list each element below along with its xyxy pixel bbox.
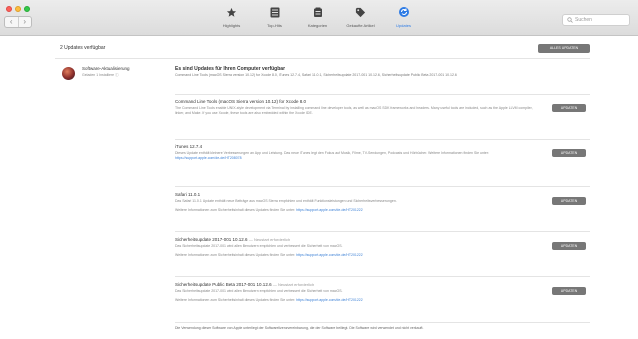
update-button[interactable]: UPDATEN: [552, 104, 586, 112]
update-item: iTunes 12.7.4 Dieses Update enthält klei…: [175, 144, 590, 161]
software-update-subtitle: Geladen 1 Installiere ⓘ: [82, 73, 119, 77]
tab-top-hits[interactable]: Top-Hits: [253, 2, 296, 34]
tab-purchased[interactable]: Gekaufte Artikel: [339, 2, 382, 34]
summary-text: Command Line Tools (macOS Sierra version…: [175, 73, 457, 77]
license-footer: Die Verwendung dieser Software von Apple…: [175, 326, 424, 330]
update-button[interactable]: UPDATEN: [552, 242, 586, 250]
update-more-info: Weitere Informationen zum Sicherheitsinh…: [175, 298, 363, 302]
tab-label: Top-Hits: [267, 23, 282, 28]
forward-button[interactable]: ›: [17, 17, 32, 27]
list-icon: [270, 7, 279, 17]
tab-label: Highlights: [222, 23, 241, 28]
update-link[interactable]: https://support.apple.com/de-de/HT208078: [175, 156, 242, 160]
update-title: iTunes 12.7.4: [175, 144, 203, 149]
update-description: The Command Line Tools enable UNIX-style…: [175, 106, 533, 115]
search-placeholder: Suchen: [575, 17, 592, 23]
update-description: Dieses Update enthält kleinere Verbesser…: [175, 151, 489, 160]
divider: [175, 276, 590, 277]
search-field[interactable]: Suchen: [562, 14, 630, 26]
divider: [175, 231, 590, 232]
update-title: Sicherheitsupdate 2017-001 10.12.6 — Neu…: [175, 237, 291, 242]
update-item: Safari 11.0.1 Das Safari 11.0.1 Update e…: [175, 192, 590, 213]
update-link[interactable]: https://support.apple.com/de-de/HT201222: [296, 208, 363, 212]
star-icon: [226, 7, 237, 17]
tab-categories[interactable]: Kategorien: [296, 2, 339, 34]
software-update-icon: [62, 67, 75, 80]
window-close-button[interactable]: [6, 6, 12, 12]
update-link[interactable]: https://support.apple.com/de-de/HT201222: [296, 253, 363, 257]
search-icon: [567, 17, 573, 23]
divider: [55, 58, 590, 59]
tab-label: Kategorien: [307, 23, 328, 28]
divider: [175, 322, 590, 323]
update-title: Sicherheitsupdate Public Beta 2017-001 1…: [175, 282, 315, 287]
page-title: 2 Updates verfügbar: [60, 45, 106, 51]
update-more-info: Weitere Informationen zum Sicherheitsinh…: [175, 208, 363, 212]
update-description: Das Sicherheitsupdate 2017-001 wird alle…: [175, 289, 343, 293]
update-title: Safari 11.0.1: [175, 192, 201, 197]
navigation-buttons: ‹ ›: [4, 16, 32, 28]
app-toolbar: ‹ › Highlights Top-Hits Kategorien Gekau…: [0, 0, 638, 36]
update-link[interactable]: https://support.apple.com/de-de/HT201222: [296, 298, 363, 302]
divider: [175, 139, 590, 140]
divider: [175, 94, 590, 95]
back-button[interactable]: ‹: [5, 17, 18, 27]
purchased-tag-icon: [355, 7, 366, 17]
update-item: Sicherheitsupdate 2017-001 10.12.6 — Neu…: [175, 237, 590, 258]
restart-note: — Neustart erforderlich: [272, 282, 315, 287]
tab-label: Updates: [396, 23, 411, 28]
updates-icon: [398, 7, 409, 17]
tab-highlights[interactable]: Highlights: [210, 2, 253, 34]
summary-title: Es sind Updates für Ihren Computer verfü…: [175, 66, 286, 72]
updates-content: 2 Updates verfügbar ALLES UPDATEN Softwa…: [55, 36, 590, 339]
update-button[interactable]: UPDATEN: [552, 149, 586, 157]
restart-note: — Neustart erforderlich: [248, 237, 291, 242]
update-button[interactable]: UPDATEN: [552, 197, 586, 205]
update-description: Das Sicherheitsupdate 2017-001 wird alle…: [175, 244, 343, 248]
update-all-button[interactable]: ALLES UPDATEN: [538, 44, 590, 53]
divider: [175, 186, 590, 187]
window-zoom-button[interactable]: [24, 6, 30, 12]
update-item: Sicherheitsupdate Public Beta 2017-001 1…: [175, 282, 590, 303]
update-description: Das Safari 11.0.1 Update enthält neue Be…: [175, 199, 397, 203]
update-item: Command Line Tools (macOS Sierra version…: [175, 99, 590, 116]
tab-updates[interactable]: Updates: [382, 2, 425, 34]
update-button[interactable]: UPDATEN: [552, 287, 586, 295]
update-title: Command Line Tools (macOS Sierra version…: [175, 99, 306, 104]
tab-label: Gekaufte Artikel: [346, 23, 375, 28]
store-tabs: Highlights Top-Hits Kategorien Gekaufte …: [210, 2, 425, 34]
categories-icon: [313, 7, 322, 17]
software-update-title: Software-Aktualisierung: [82, 66, 130, 71]
update-more-info: Weitere Informationen zum Sicherheitsinh…: [175, 253, 363, 257]
window-minimize-button[interactable]: [15, 6, 21, 12]
